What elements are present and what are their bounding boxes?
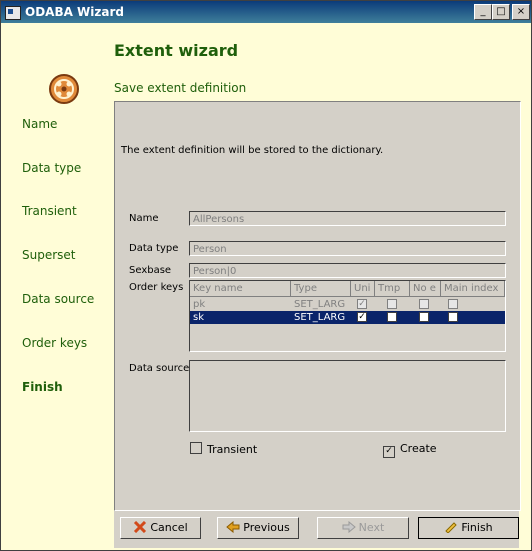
data-type-field[interactable]: Person [189,241,506,256]
uni-checkbox[interactable]: ✓ [357,312,367,322]
type-cell: SET_LARG [294,312,346,323]
step-data-source[interactable]: Data source [22,292,94,306]
step-transient[interactable]: Transient [22,204,77,218]
button-bar: Cancel Previous Next Finish [114,511,519,548]
page-subtitle: Save extent definition [114,81,247,95]
column-header-type[interactable]: Type [291,281,351,297]
step-finish[interactable]: Finish [22,380,63,394]
previous-button-label: Previous [243,521,290,534]
column-header-no-e[interactable]: No e [410,281,441,297]
no-e-checkbox[interactable] [419,312,429,322]
key-name-cell: sk [193,312,205,323]
transient-checkbox[interactable]: Transient [190,442,257,456]
tmp-checkbox[interactable] [387,299,397,309]
table-row[interactable]: pk SET_LARG ✓ [190,298,505,311]
order-keys-label: Order keys [129,282,184,293]
data-source-field[interactable] [189,360,506,432]
main-index-checkbox[interactable] [448,312,458,322]
tmp-checkbox[interactable] [387,312,397,322]
next-button-label: Next [358,521,385,534]
maximize-button[interactable]: □ [492,4,510,20]
page-title: Extent wizard [114,41,239,60]
column-header-tmp[interactable]: Tmp [375,281,410,297]
type-cell: SET_LARG [294,299,346,310]
finish-button[interactable]: Finish [418,517,519,539]
finish-button-label: Finish [461,521,493,534]
main-index-checkbox[interactable] [448,299,458,309]
create-checkbox-label: Create [400,442,437,455]
step-order-keys[interactable]: Order keys [22,336,87,350]
cancel-icon [134,521,147,533]
name-field[interactable]: AllPersons [189,211,506,226]
data-source-label: Data source [129,363,190,374]
close-button[interactable]: × [512,4,530,20]
step-name[interactable]: Name [22,117,57,131]
name-label: Name [129,213,159,224]
next-button[interactable]: Next [317,517,409,539]
transient-checkbox-label: Transient [207,443,258,456]
info-text: The extent definition will be stored to … [121,145,384,156]
sexbase-label: Sexbase [129,265,172,276]
finish-icon [445,522,458,533]
arrow-right-icon [342,521,356,533]
table-row-selected[interactable]: sk SET_LARG ✓ [190,311,505,324]
step-data-type[interactable]: Data type [22,161,81,175]
window-title: ODABA Wizard [25,5,124,19]
transient-checkbox-box[interactable] [190,442,202,454]
cancel-button[interactable]: Cancel [120,517,201,539]
wizard-window: ODABA Wizard _ □ × Name Data type Transi… [0,0,532,551]
wizard-steps-panel: Name Data type Transient Superset Data s… [2,24,114,549]
column-header-key-name[interactable]: Key name [190,281,291,297]
odaba-logo-icon [47,72,81,106]
sexbase-field[interactable]: Person|0 [189,263,506,278]
arrow-left-icon [226,521,240,533]
create-checkbox[interactable]: ✓ Create [383,442,437,458]
cancel-button-label: Cancel [150,521,188,534]
order-keys-table[interactable]: Key name Type Uni Tmp No e Main index pk… [189,280,506,352]
wizard-header: Extent wizard Save extent definition [114,24,519,101]
minimize-button[interactable]: _ [474,4,492,20]
key-name-cell: pk [193,299,206,310]
window-icon [5,6,21,20]
column-header-main-index[interactable]: Main index [441,281,505,297]
column-header-uni[interactable]: Uni [351,281,375,297]
uni-checkbox[interactable]: ✓ [357,299,367,309]
title-bar[interactable]: ODABA Wizard _ □ × [1,1,531,23]
data-type-label: Data type [129,243,179,254]
previous-button[interactable]: Previous [217,517,299,539]
content-panel: The extent definition will be stored to … [114,101,521,511]
create-checkbox-box[interactable]: ✓ [383,446,395,458]
no-e-checkbox[interactable] [419,299,429,309]
step-superset[interactable]: Superset [22,248,76,262]
